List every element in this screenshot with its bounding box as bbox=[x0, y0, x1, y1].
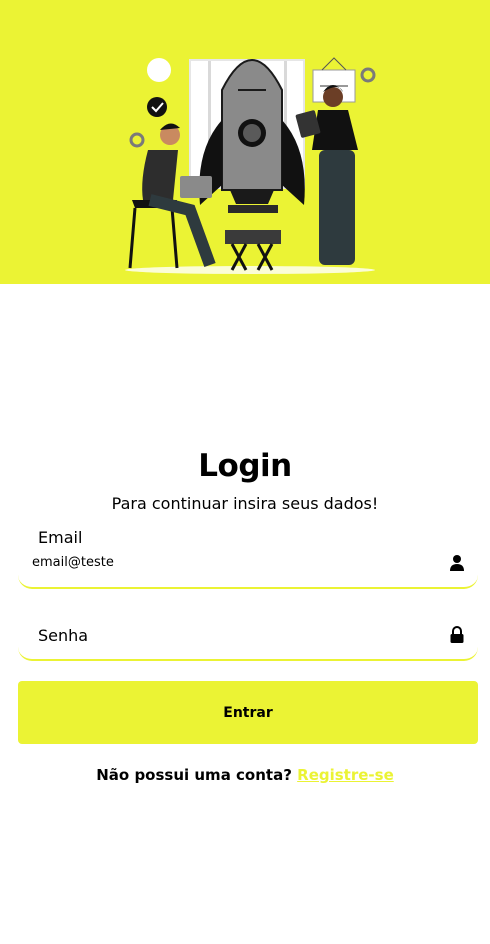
page-subtitle: Para continuar insira seus dados! bbox=[111, 494, 379, 513]
user-icon bbox=[448, 554, 466, 572]
lock-icon bbox=[448, 626, 466, 644]
hero-banner bbox=[0, 0, 490, 284]
login-button[interactable]: Entrar bbox=[18, 681, 478, 744]
register-prompt: Não possui uma conta? bbox=[96, 766, 292, 784]
email-input[interactable] bbox=[32, 552, 432, 572]
password-field[interactable]: Senha bbox=[18, 614, 478, 661]
page-title: Login bbox=[198, 448, 292, 484]
register-link[interactable]: Registre-se bbox=[297, 766, 394, 784]
email-field[interactable]: Email bbox=[18, 524, 478, 589]
rocket-team-illustration bbox=[125, 57, 376, 274]
email-label: Email bbox=[38, 528, 83, 547]
register-row: Não possui uma conta? Registre-se bbox=[0, 766, 490, 784]
password-label: Senha bbox=[38, 626, 89, 645]
